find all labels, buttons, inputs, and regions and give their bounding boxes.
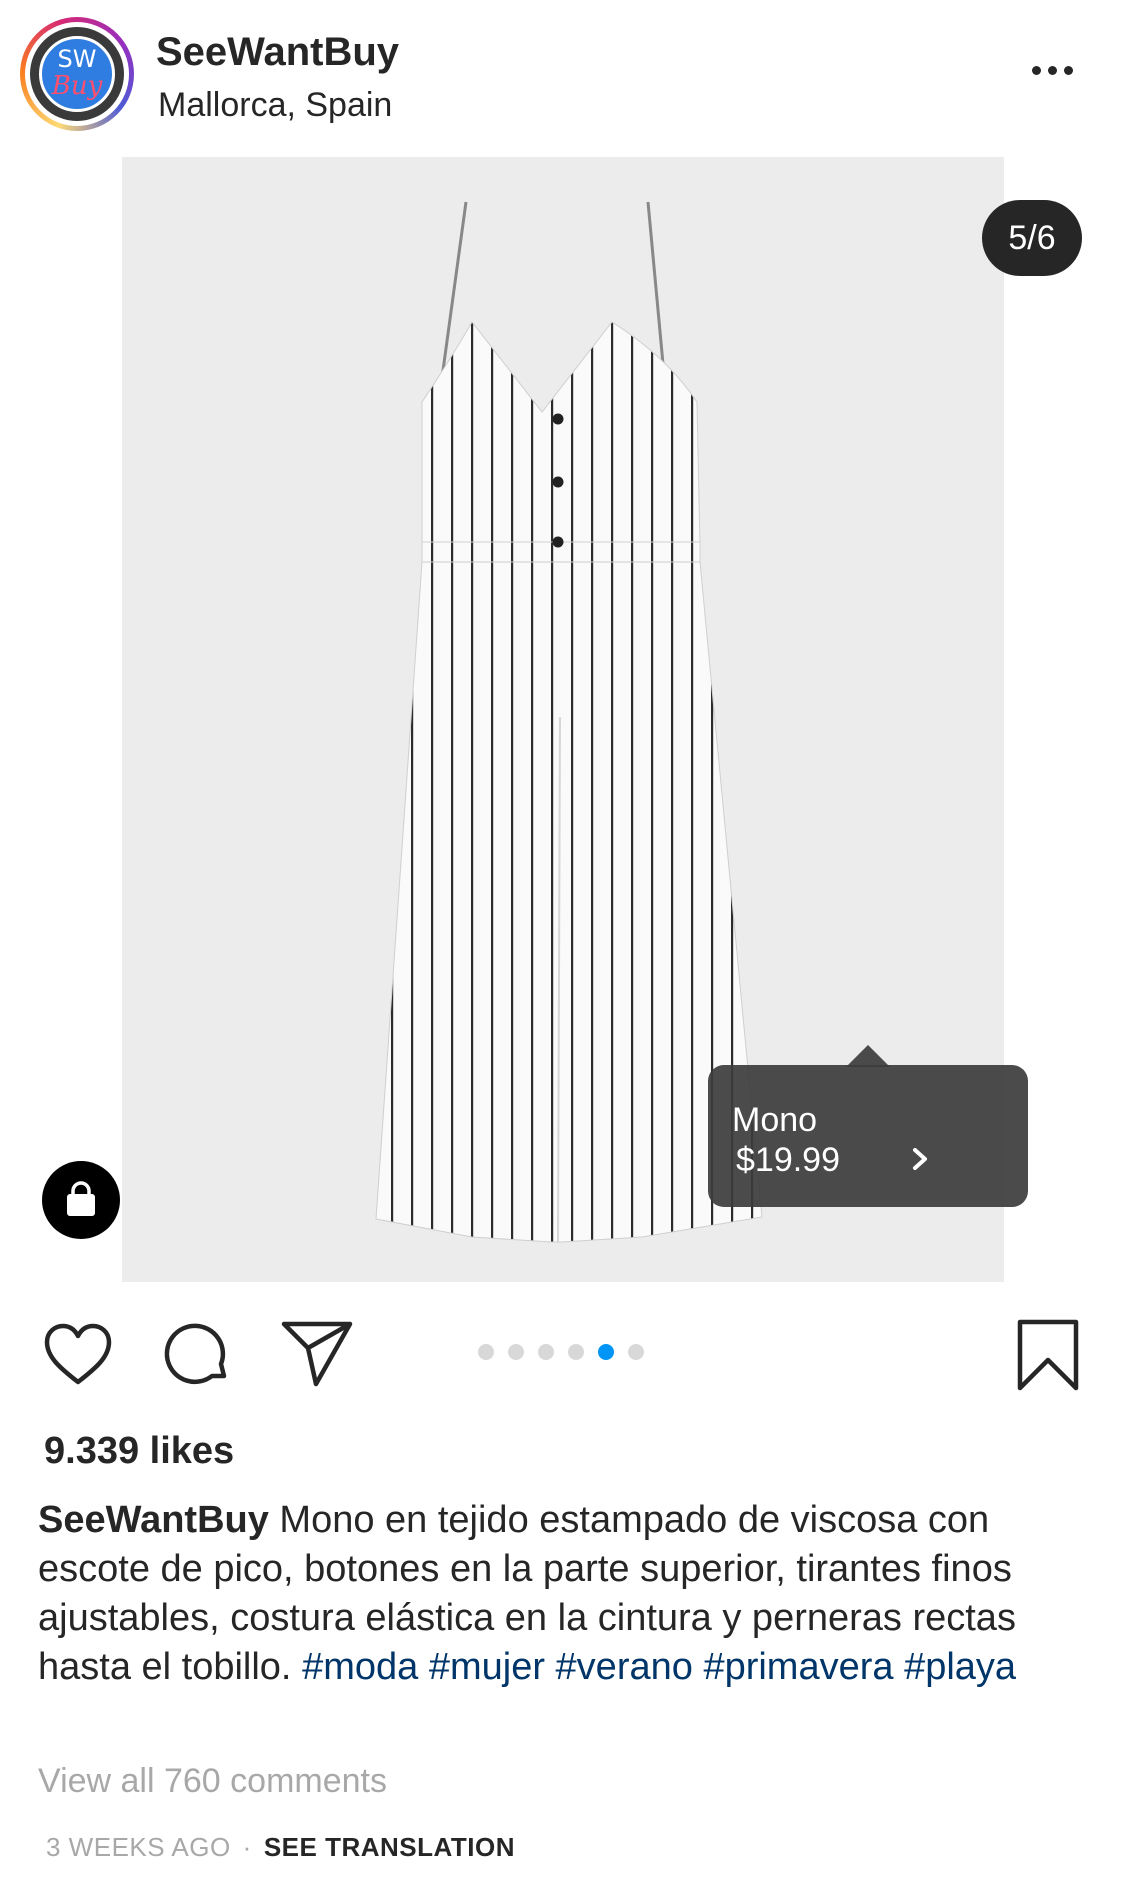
post-timestamp: 3 WEEKS AGO [46, 1832, 231, 1862]
avatar-text-sw: SW [57, 45, 97, 73]
post-header: SW Buy SeeWantBuy Mallorca, Spain [0, 0, 1125, 155]
product-tag-price: $19.99 [736, 1141, 840, 1179]
carousel-dot [538, 1344, 554, 1360]
product-tag[interactable]: Mono $19.99 [708, 1045, 1028, 1207]
carousel-dot-active [598, 1344, 614, 1360]
bookmark-icon[interactable] [1016, 1318, 1080, 1392]
see-translation-link[interactable]: SEE TRANSLATION [264, 1832, 515, 1862]
hashtag[interactable]: #primavera [703, 1646, 893, 1688]
more-horizontal-icon[interactable] [1032, 62, 1076, 76]
hashtag[interactable]: #playa [904, 1646, 1016, 1688]
carousel-dot [478, 1344, 494, 1360]
avatar[interactable]: SW Buy [20, 17, 134, 131]
likes-count[interactable]: 9.339 likes [44, 1430, 234, 1473]
comment-bubble-icon[interactable] [162, 1320, 232, 1390]
paper-plane-icon[interactable] [280, 1318, 354, 1390]
carousel-dot [508, 1344, 524, 1360]
post-caption: SeeWantBuy Mono en tejido estampado de v… [38, 1496, 1088, 1692]
caption-username[interactable]: SeeWantBuy [38, 1499, 269, 1541]
post-username[interactable]: SeeWantBuy [156, 30, 399, 75]
carousel-dot [628, 1344, 644, 1360]
separator: · [242, 1832, 252, 1862]
heart-icon[interactable] [42, 1322, 114, 1388]
view-all-comments-link[interactable]: View all 760 comments [38, 1762, 387, 1801]
post-location[interactable]: Mallorca, Spain [158, 86, 392, 125]
chevron-right-icon [913, 1148, 927, 1170]
carousel-counter: 5/6 [982, 200, 1082, 276]
carousel-dot [568, 1344, 584, 1360]
hashtag[interactable]: #mujer [429, 1646, 545, 1688]
post-meta: 3 WEEKS AGO · SEE TRANSLATION [46, 1832, 515, 1863]
product-tag-name: Mono [732, 1101, 818, 1139]
hashtag[interactable]: #verano [556, 1646, 693, 1688]
hashtag[interactable]: #moda [302, 1646, 418, 1688]
shopping-bag-icon[interactable] [42, 1161, 120, 1239]
avatar-text-buy: Buy [51, 71, 103, 101]
